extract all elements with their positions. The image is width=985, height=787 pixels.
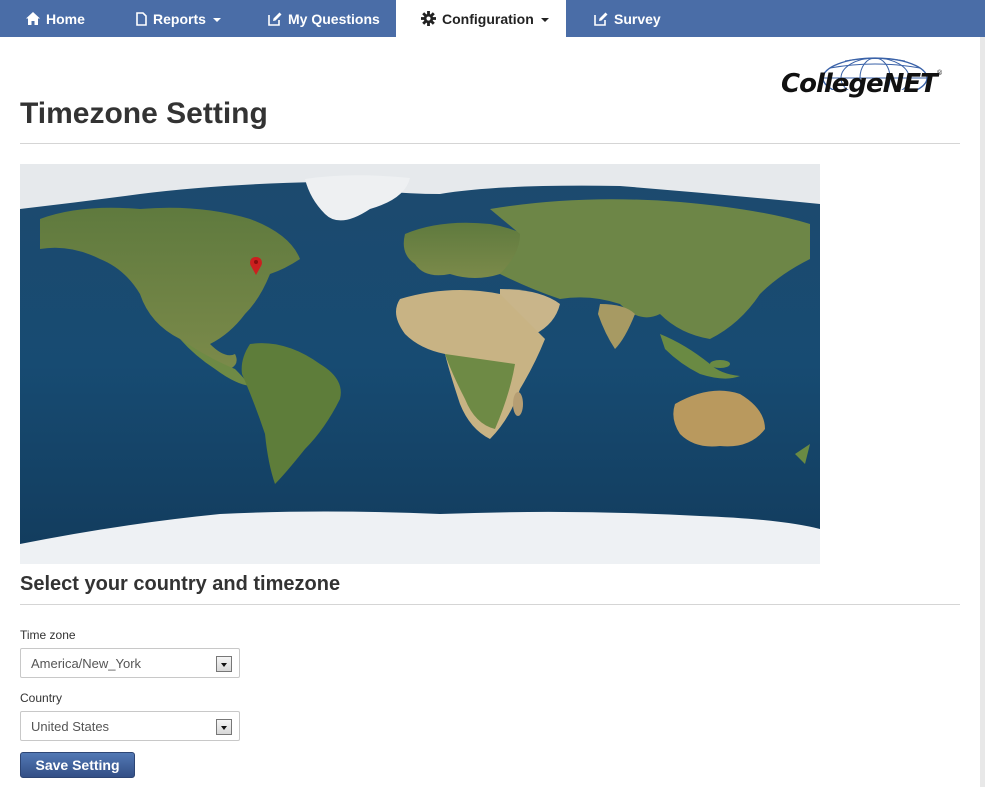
edit-icon <box>594 12 608 26</box>
timezone-select[interactable]: America/New_York <box>20 648 240 678</box>
save-setting-button[interactable]: Save Setting <box>20 752 135 778</box>
country-label: Country <box>20 691 63 705</box>
nav-configuration-label: Configuration <box>442 10 534 27</box>
top-navbar: Home Reports My Questions Configuration <box>0 0 985 37</box>
timezone-label: Time zone <box>20 628 76 642</box>
chevron-down-icon <box>540 17 549 22</box>
nav-survey[interactable]: Survey <box>594 0 661 37</box>
nav-home[interactable]: Home <box>26 0 85 37</box>
title-divider <box>20 143 960 144</box>
nav-home-label: Home <box>46 10 85 27</box>
nav-configuration[interactable]: Configuration <box>396 0 566 37</box>
timezone-select-value: America/New_York <box>31 656 142 671</box>
page-scrollbar[interactable] <box>980 37 985 787</box>
world-map-image <box>20 164 820 564</box>
chevron-down-icon <box>212 17 221 22</box>
chevron-down-icon[interactable] <box>216 719 232 735</box>
section-title: Select your country and timezone <box>20 573 341 595</box>
report-icon <box>136 11 147 26</box>
collegenet-logo: CollegeNET ® <box>778 56 944 102</box>
country-select[interactable]: United States <box>20 711 240 741</box>
logo-trademark: ® <box>937 70 943 77</box>
chevron-down-icon[interactable] <box>216 656 232 672</box>
nav-my-questions-label: My Questions <box>288 10 380 27</box>
page-title: Timezone Setting <box>20 97 268 130</box>
nav-my-questions[interactable]: My Questions <box>268 0 380 37</box>
country-select-value: United States <box>31 719 110 734</box>
nav-reports-label: Reports <box>153 10 206 27</box>
edit-icon <box>268 12 282 26</box>
logo-wordmark: CollegeNET <box>781 69 938 99</box>
section-divider <box>20 604 960 605</box>
gear-icon <box>421 11 436 26</box>
home-icon <box>26 12 40 25</box>
world-map[interactable] <box>20 164 820 564</box>
nav-reports[interactable]: Reports <box>136 0 221 37</box>
nav-survey-label: Survey <box>614 10 661 27</box>
